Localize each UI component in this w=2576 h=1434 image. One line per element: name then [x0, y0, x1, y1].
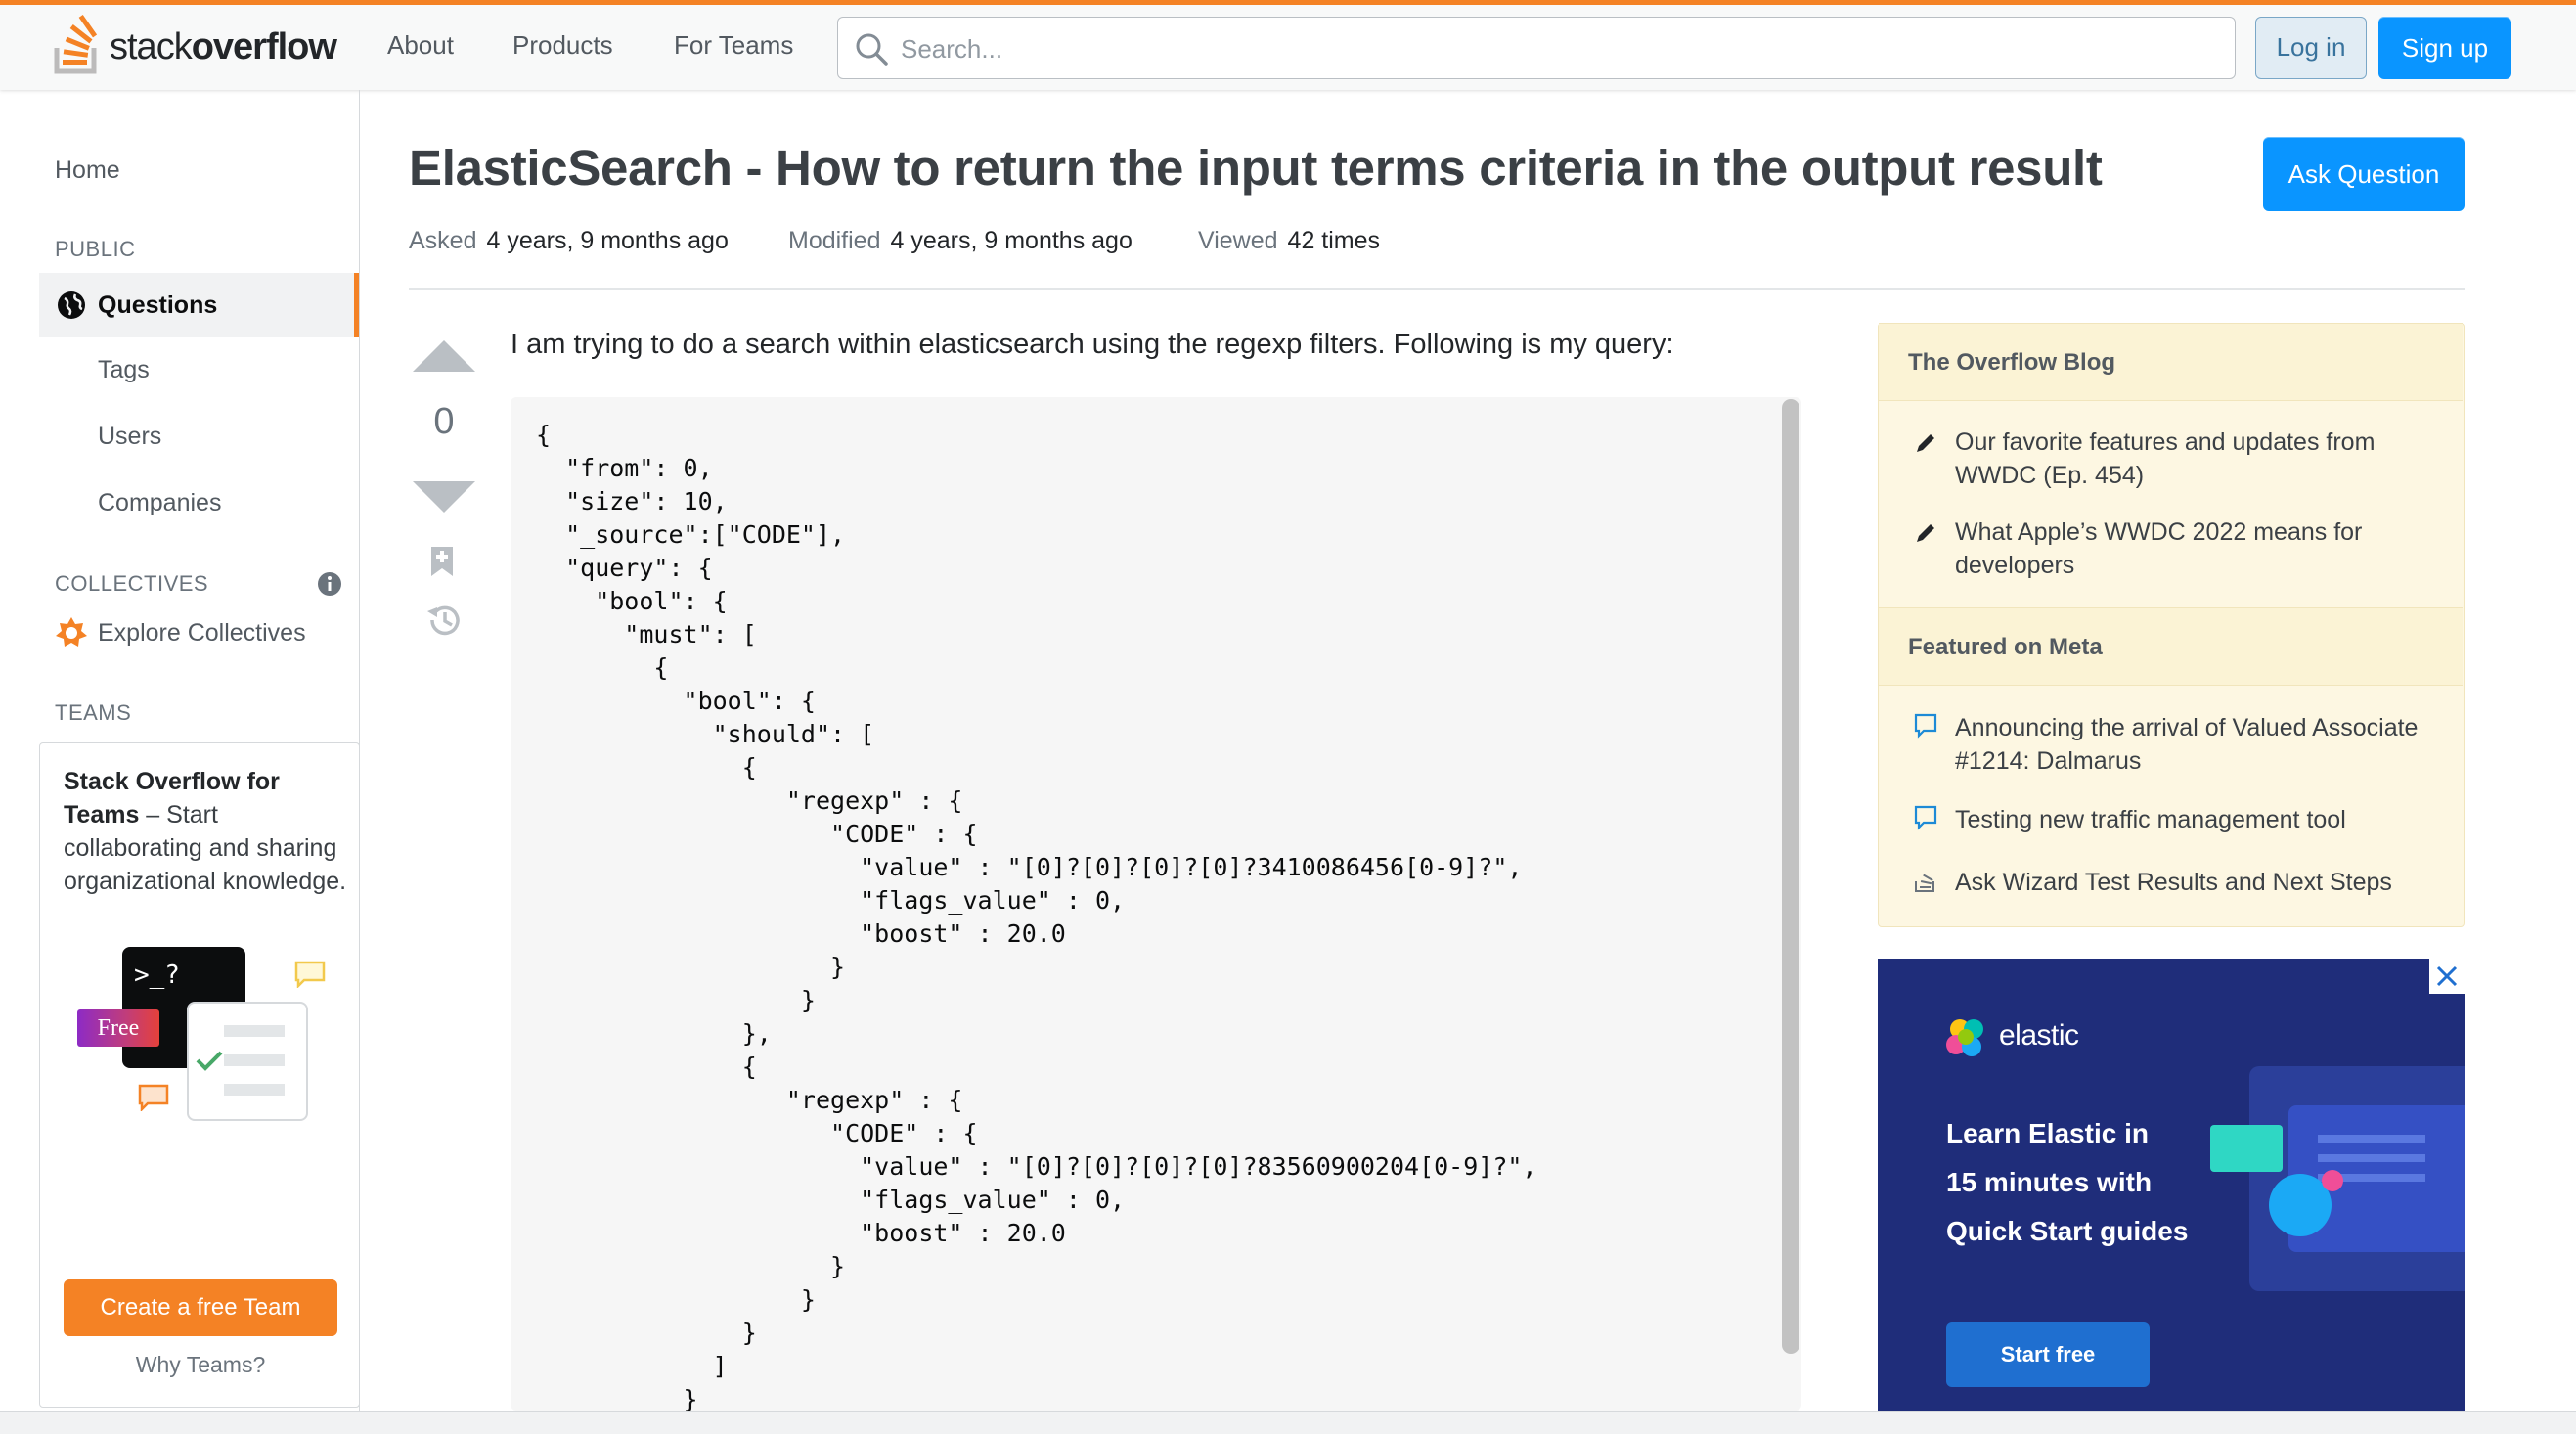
- meta-item-link[interactable]: Ask Wizard Test Results and Next Steps: [1955, 866, 2444, 899]
- login-button[interactable]: Log in: [2255, 17, 2367, 79]
- viewed-meta: Viewed 42 times: [1198, 227, 1381, 254]
- free-badge: Free: [77, 1009, 159, 1047]
- asked-meta: Asked 4 years, 9 months ago: [409, 227, 729, 254]
- speech-bubble-icon: [1914, 805, 1937, 830]
- sidebar-section-collectives: COLLECTIVES: [55, 571, 209, 596]
- sidebar-item-questions[interactable]: Questions: [39, 273, 359, 337]
- ad-headline: Learn Elastic in 15 minutes with Quick S…: [1946, 1118, 2189, 1246]
- collectives-icon: [56, 617, 87, 647]
- info-icon[interactable]: [317, 571, 342, 597]
- blog-item-link[interactable]: What Apple’s WWDC 2022 means for develop…: [1955, 515, 2444, 582]
- ad-brand: elastic: [1999, 1019, 2079, 1052]
- globe-icon: [58, 291, 85, 319]
- stack-small-icon: [1915, 874, 1934, 892]
- code-text: { "from": 0, "size": 10, "_source":["COD…: [536, 421, 1537, 1411]
- blog-header: The Overflow Blog: [1879, 323, 2463, 401]
- teams-promo-box: Stack Overflow for Teams – Start collabo…: [39, 742, 360, 1408]
- terminal-glyph: >_?: [134, 961, 180, 990]
- divider: [409, 288, 2465, 290]
- close-icon: [2436, 965, 2458, 987]
- ask-question-button[interactable]: Ask Question: [2263, 137, 2465, 211]
- stackoverflow-logo[interactable]: stackoverflow: [53, 13, 346, 77]
- pencil-icon: [1917, 524, 1934, 542]
- logo-wordmark: stackoverflow: [110, 26, 337, 67]
- sidebar-item-home[interactable]: Home: [55, 157, 120, 185]
- teams-illustration: >_? Free: [77, 947, 332, 1143]
- pencil-icon: [1917, 434, 1934, 452]
- code-scrollbar[interactable]: [1782, 399, 1799, 1354]
- search-input[interactable]: Search...: [837, 17, 2236, 79]
- downvote-arrow-icon[interactable]: [413, 479, 475, 515]
- sidebar-item-users[interactable]: Users: [98, 423, 161, 451]
- sidebar-item-label: Questions: [98, 291, 218, 319]
- sidebar-section-teams: TEAMS: [55, 700, 132, 725]
- code-block[interactable]: { "from": 0, "size": 10, "_source":["COD…: [511, 397, 1801, 1411]
- overflow-blog-widget: The Overflow Blog Our favorite features …: [1878, 323, 2465, 927]
- nav-for-teams[interactable]: For Teams: [674, 30, 793, 61]
- question-title[interactable]: ElasticSearch - How to return the input …: [409, 139, 2103, 197]
- history-icon[interactable]: [424, 602, 464, 639]
- why-teams-link[interactable]: Why Teams?: [40, 1352, 361, 1378]
- sidebar-item-explore-collectives[interactable]: Explore Collectives: [98, 619, 306, 648]
- nav-about[interactable]: About: [387, 30, 454, 61]
- teams-description: Stack Overflow for Teams – Start collabo…: [64, 768, 347, 895]
- modified-meta: Modified 4 years, 9 months ago: [788, 227, 1133, 254]
- sidebar-item-tags[interactable]: Tags: [98, 356, 150, 384]
- elastic-ad[interactable]: elastic Learn Elastic in 15 minutes with…: [1878, 959, 2465, 1411]
- nav-products[interactable]: Products: [512, 30, 613, 61]
- vote-count: 0: [433, 401, 455, 442]
- question-body: I am trying to do a search within elasti…: [511, 329, 1674, 360]
- search-icon: [856, 33, 888, 66]
- top-bar: stackoverflow About Products For Teams S…: [0, 0, 2576, 90]
- bookmark-icon[interactable]: [428, 545, 456, 578]
- speech-bubble-icon: [1914, 713, 1937, 739]
- upvote-arrow-icon[interactable]: [413, 338, 475, 374]
- ad-close-button[interactable]: [2429, 959, 2465, 994]
- sidebar-section-public: PUBLIC: [55, 237, 136, 261]
- meta-item-link[interactable]: Testing new traffic management tool: [1955, 803, 2444, 836]
- page-bottom-edge: [0, 1411, 2576, 1434]
- search-placeholder: Search...: [901, 34, 1003, 64]
- chat-bubble-icon: [138, 1084, 169, 1111]
- ad-illustration: [2210, 1047, 2465, 1330]
- blog-item-link[interactable]: Our favorite features and updates from W…: [1955, 426, 2444, 492]
- stack-logo-icon: [54, 15, 98, 74]
- meta-header: Featured on Meta: [1879, 607, 2463, 686]
- create-free-team-button[interactable]: Create a free Team: [64, 1279, 337, 1336]
- meta-item-link[interactable]: Announcing the arrival of Valued Associa…: [1955, 711, 2444, 778]
- ad-start-free-button[interactable]: Start free: [1946, 1322, 2150, 1387]
- sidebar-item-companies[interactable]: Companies: [98, 489, 221, 517]
- elastic-logo-icon: [1946, 1019, 1983, 1056]
- chat-bubble-icon: [294, 961, 326, 988]
- signup-button[interactable]: Sign up: [2378, 17, 2511, 79]
- left-sidebar: Home PUBLIC Questions Tags Users Compani…: [0, 90, 360, 1411]
